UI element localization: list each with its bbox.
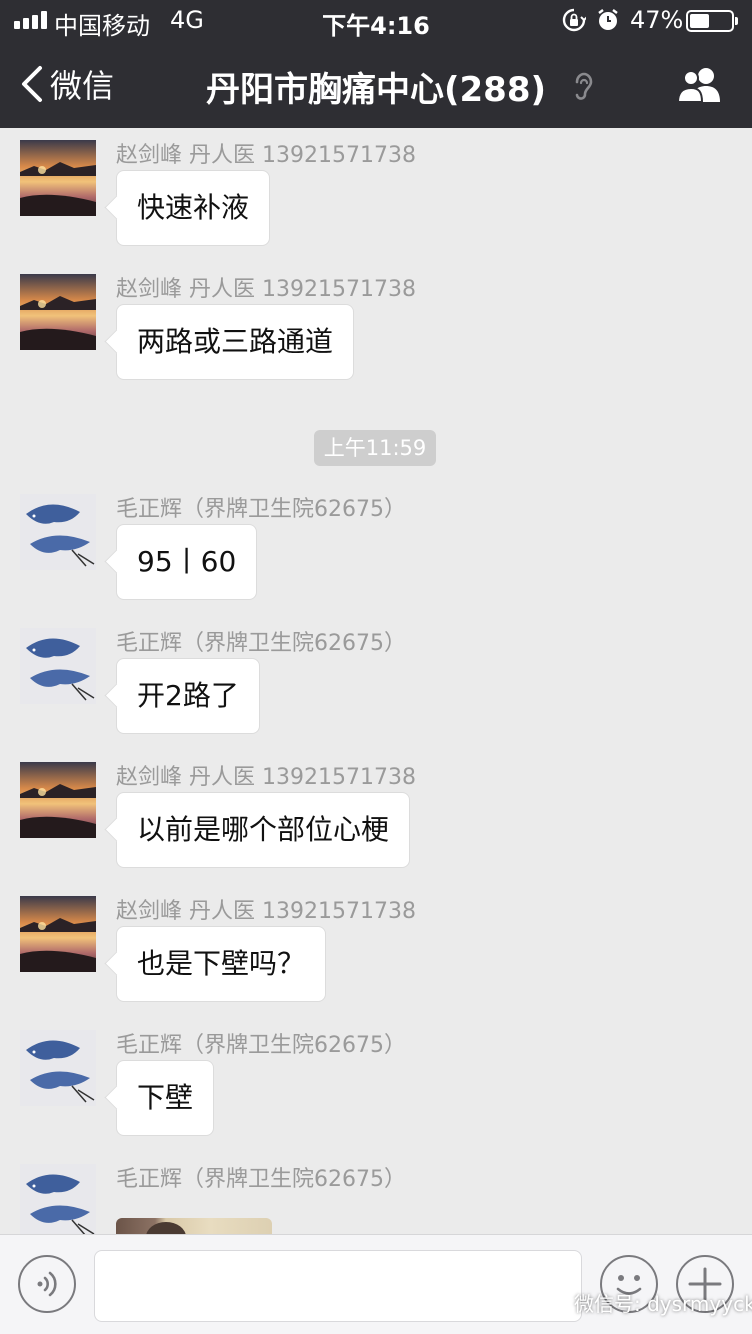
wechat-logo-icon bbox=[537, 1290, 568, 1314]
input-bar: 微信号: dysrmyyck bbox=[0, 1234, 752, 1334]
image-message-thumbnail[interactable] bbox=[116, 1218, 272, 1234]
battery-icon bbox=[686, 10, 738, 32]
chat-title-wrap: 丹阳市胸痛中心(288) bbox=[0, 62, 752, 111]
chat-title: 丹阳市胸痛中心(288) bbox=[205, 70, 547, 110]
fish-painting bbox=[20, 1030, 96, 1106]
sender-name: 赵剑峰 丹人医 13921571738 bbox=[116, 899, 416, 924]
message-row: 赵剑峰 丹人医 13921571738 快速补液 bbox=[0, 128, 752, 262]
message-bubble[interactable]: 下壁 bbox=[116, 1060, 215, 1136]
group-members-icon[interactable] bbox=[676, 64, 724, 104]
message-row: 赵剑峰 丹人医 13921571738 以前是哪个部位心梗 bbox=[0, 750, 752, 884]
message-row: 毛正辉（界牌卫生院62675） 下壁 bbox=[0, 1018, 752, 1152]
avatar-sunset[interactable] bbox=[20, 274, 96, 350]
avatar-sunset[interactable] bbox=[20, 762, 96, 838]
fish-painting bbox=[20, 494, 96, 570]
avatar-fish[interactable] bbox=[20, 494, 96, 570]
sunset-photo bbox=[20, 140, 96, 216]
message-bubble[interactable]: 95丨60 bbox=[116, 524, 258, 600]
message-input[interactable] bbox=[94, 1250, 582, 1322]
orientation-lock-icon bbox=[562, 8, 586, 32]
avatar-fish[interactable] bbox=[20, 1030, 96, 1106]
voice-icon bbox=[37, 1271, 57, 1297]
top-bar: 中国移动 4G 下午4:16 47% 微信 丹阳市胸痛中心(288) bbox=[0, 0, 752, 128]
sender-name: 毛正辉（界牌卫生院62675） bbox=[116, 1167, 406, 1192]
sunset-photo bbox=[20, 762, 96, 838]
sender-name: 赵剑峰 丹人医 13921571738 bbox=[116, 765, 416, 790]
message-row: 毛正辉（界牌卫生院62675） 95丨60 bbox=[0, 482, 752, 616]
status-bar: 中国移动 4G 下午4:16 47% bbox=[0, 0, 752, 40]
time-divider: 上午11:59 bbox=[314, 430, 436, 466]
message-bubble[interactable]: 快速补液 bbox=[116, 170, 271, 246]
avatar-sunset[interactable] bbox=[20, 140, 96, 216]
watermark-text: 微信号: dysrmyyck bbox=[574, 1291, 752, 1316]
message-row: 赵剑峰 丹人医 13921571738 两路或三路通道 bbox=[0, 262, 752, 396]
battery-percent: 47% bbox=[630, 6, 684, 34]
alarm-icon bbox=[598, 9, 618, 30]
watermark: 微信号: dysrmyyck bbox=[536, 1287, 752, 1317]
message-bubble[interactable]: 以前是哪个部位心梗 bbox=[116, 792, 411, 868]
sunset-photo bbox=[20, 274, 96, 350]
chat-area[interactable]: 赵剑峰 丹人医 13921571738 快速补液 赵剑峰 丹人医 1392157… bbox=[0, 128, 752, 1234]
avatar-sunset[interactable] bbox=[20, 896, 96, 972]
message-bubble[interactable]: 也是下壁吗？ bbox=[116, 926, 327, 1002]
message-bubble[interactable]: 两路或三路通道 bbox=[116, 304, 355, 380]
voice-button[interactable] bbox=[18, 1255, 76, 1313]
fish-painting bbox=[20, 1164, 96, 1234]
message-row: 毛正辉（界牌卫生院62675） bbox=[0, 1152, 752, 1234]
sender-name: 赵剑峰 丹人医 13921571738 bbox=[116, 277, 416, 302]
sender-name: 毛正辉（界牌卫生院62675） bbox=[116, 631, 406, 656]
sender-name: 毛正辉（界牌卫生院62675） bbox=[116, 1033, 406, 1058]
avatar-fish[interactable] bbox=[20, 628, 96, 704]
message-row: 毛正辉（界牌卫生院62675） 开2路了 bbox=[0, 616, 752, 750]
message-bubble[interactable]: 开2路了 bbox=[116, 658, 260, 734]
nav-bar: 微信 丹阳市胸痛中心(288) bbox=[0, 40, 752, 128]
earpiece-icon bbox=[575, 72, 593, 100]
sunset-photo bbox=[20, 896, 96, 972]
fish-painting bbox=[20, 628, 96, 704]
message-row: 赵剑峰 丹人医 13921571738 也是下壁吗？ bbox=[0, 884, 752, 1018]
avatar-fish[interactable] bbox=[20, 1164, 96, 1234]
sender-name: 赵剑峰 丹人医 13921571738 bbox=[116, 143, 416, 168]
sender-name: 毛正辉（界牌卫生院62675） bbox=[116, 497, 406, 522]
